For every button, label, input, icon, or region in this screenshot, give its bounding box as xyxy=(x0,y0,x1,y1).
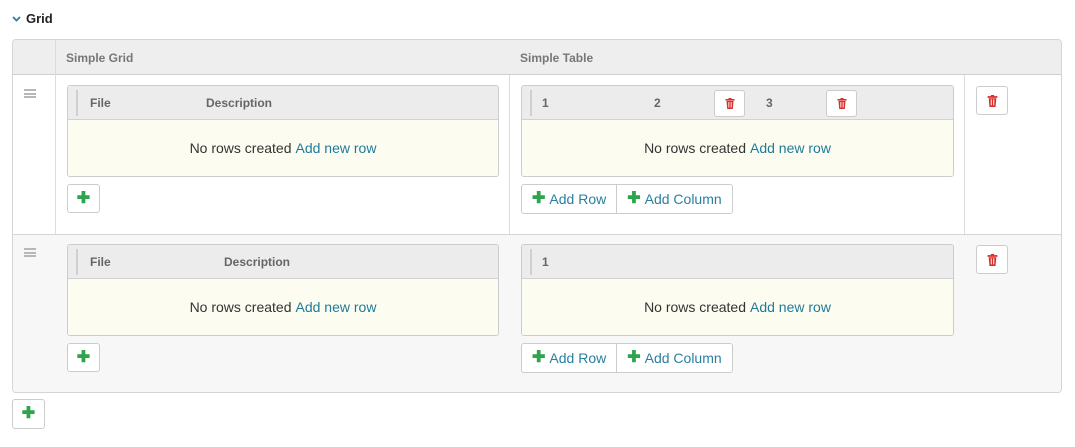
empty-text: No rows created xyxy=(644,140,746,156)
empty-text: No rows created xyxy=(189,140,292,156)
add-outer-row-button[interactable]: ✚ xyxy=(12,399,45,429)
add-column-button[interactable]: ✚ Add Column xyxy=(616,185,731,213)
simple-grid-header: File Description xyxy=(68,245,498,279)
simple-grid-header: File Description xyxy=(68,86,498,120)
header-cell-1: 1 xyxy=(542,255,549,269)
trash-icon xyxy=(725,98,734,109)
simple-grid-table: File Description No rows created Add new… xyxy=(67,244,499,336)
add-row-label: Add Row xyxy=(549,350,607,366)
add-new-row-link[interactable]: Add new row xyxy=(296,299,377,315)
header-cell-file: File xyxy=(90,255,111,269)
grid-row: File Description No rows created Add new… xyxy=(13,75,1061,234)
delete-column-button[interactable] xyxy=(714,90,745,117)
table-actions: ✚ Add Row ✚ Add Column xyxy=(521,184,733,214)
delete-column-button[interactable] xyxy=(826,90,857,117)
add-column-button[interactable]: ✚ Add Column xyxy=(616,344,731,372)
plus-icon: ✚ xyxy=(627,349,641,366)
simple-table-header: 1 2 3 xyxy=(522,86,953,120)
empty-state: No rows created Add new row xyxy=(68,120,498,176)
add-new-row-link[interactable]: Add new row xyxy=(296,140,377,156)
header-grip xyxy=(76,90,78,116)
trash-icon xyxy=(987,253,997,266)
column-title-simple-grid: Simple Grid xyxy=(66,51,134,65)
plus-icon: ✚ xyxy=(532,349,546,366)
plus-icon: ✚ xyxy=(627,190,641,207)
add-column-label: Add Column xyxy=(644,350,722,366)
header-cell-2: 2 xyxy=(654,96,661,110)
chevron-down-icon xyxy=(12,15,21,22)
empty-state: No rows created Add new row xyxy=(522,120,953,176)
plus-icon: ✚ xyxy=(76,189,91,207)
grid-section-toggle[interactable]: Grid xyxy=(12,11,53,26)
grid-header: Simple Grid Simple Table xyxy=(13,40,1061,75)
simple-table-header: 1 xyxy=(522,245,953,279)
simple-table: 1 2 3 No rows created Add new row xyxy=(521,85,954,177)
add-row-button[interactable]: ✚ Add Row xyxy=(522,344,616,372)
add-grid-row-button[interactable]: ✚ xyxy=(67,184,100,213)
column-title-simple-table: Simple Table xyxy=(520,51,594,65)
header-cell-description: Description xyxy=(224,255,291,269)
simple-table: 1 No rows created Add new row xyxy=(521,244,954,336)
plus-icon: ✚ xyxy=(76,348,91,366)
trash-icon xyxy=(987,94,997,107)
plus-icon: ✚ xyxy=(21,405,36,422)
trash-icon xyxy=(837,98,846,109)
empty-state: No rows created Add new row xyxy=(522,279,953,335)
grid-component: Simple Grid Simple Table File Descriptio… xyxy=(12,39,1062,393)
add-column-label: Add Column xyxy=(644,191,722,207)
header-cell-1: 1 xyxy=(542,96,549,110)
drag-handle-icon[interactable] xyxy=(24,248,36,257)
add-row-label: Add Row xyxy=(549,191,607,207)
header-cell-description: Description xyxy=(206,96,273,110)
header-cell-3: 3 xyxy=(766,96,773,110)
grid-row: File Description No rows created Add new… xyxy=(13,235,1061,392)
empty-state: No rows created Add new row xyxy=(68,279,498,335)
add-new-row-link[interactable]: Add new row xyxy=(750,299,831,315)
plus-icon: ✚ xyxy=(532,190,546,207)
header-grip xyxy=(530,249,532,275)
table-actions: ✚ Add Row ✚ Add Column xyxy=(521,343,733,373)
delete-row-button[interactable] xyxy=(976,86,1008,115)
add-row-button[interactable]: ✚ Add Row xyxy=(522,185,616,213)
header-grip xyxy=(530,90,532,116)
delete-row-button[interactable] xyxy=(976,245,1008,274)
add-grid-row-button[interactable]: ✚ xyxy=(67,343,100,372)
empty-text: No rows created xyxy=(644,299,746,315)
header-grip xyxy=(76,249,78,275)
add-new-row-link[interactable]: Add new row xyxy=(750,140,831,156)
section-title: Grid xyxy=(26,11,53,26)
drag-handle-icon[interactable] xyxy=(24,89,36,98)
empty-text: No rows created xyxy=(189,299,292,315)
header-cell-file: File xyxy=(90,96,111,110)
simple-grid-table: File Description No rows created Add new… xyxy=(67,85,499,177)
